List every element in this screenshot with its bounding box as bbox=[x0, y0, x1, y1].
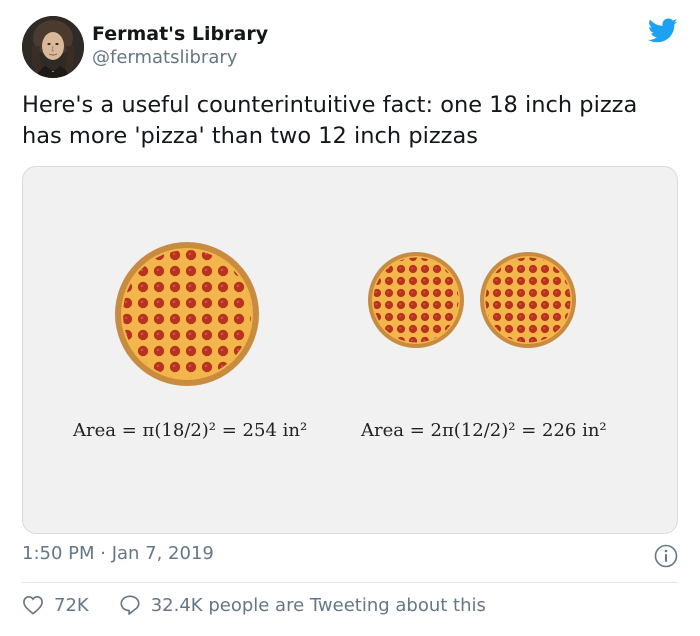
small-pizza-left bbox=[368, 252, 464, 348]
tweet-timestamp[interactable]: 1:50 PM · Jan 7, 2019 bbox=[22, 543, 214, 564]
tweeting-about-link[interactable]: 32.4K people are Tweeting about this bbox=[119, 594, 486, 616]
handle[interactable]: @fermatslibrary bbox=[92, 46, 268, 70]
small-pizza-right bbox=[480, 252, 576, 348]
two-small-pizzas-area-formula: Area = 2π(12/2)² = 226 in² bbox=[361, 420, 607, 441]
tweet-actions: 72K 32.4K people are Tweeting about this bbox=[22, 594, 486, 616]
like-count: 72K bbox=[54, 594, 89, 616]
tweet-media[interactable]: Area = π(18/2)² = 254 in² Area = 2π(12/2… bbox=[22, 166, 678, 534]
large-pizza-area-formula: Area = π(18/2)² = 254 in² bbox=[73, 420, 308, 441]
like-button[interactable]: 72K bbox=[22, 595, 89, 616]
pizza-illustration bbox=[115, 242, 576, 386]
divider bbox=[22, 582, 678, 583]
large-pizza bbox=[115, 242, 259, 386]
portrait-avatar-icon bbox=[22, 16, 84, 78]
tweeting-about-text: 32.4K people are Tweeting about this bbox=[150, 594, 486, 616]
display-name[interactable]: Fermat's Library bbox=[92, 22, 268, 46]
tweet-text: Here's a useful counterintuitive fact: o… bbox=[22, 92, 638, 149]
author-info[interactable]: Fermat's Library @fermatslibrary bbox=[92, 22, 268, 70]
twitter-bird-icon[interactable] bbox=[648, 18, 678, 44]
avatar[interactable] bbox=[22, 16, 84, 78]
reply-bubble-icon bbox=[120, 595, 140, 615]
heart-icon bbox=[23, 595, 43, 615]
info-icon[interactable] bbox=[654, 544, 678, 568]
